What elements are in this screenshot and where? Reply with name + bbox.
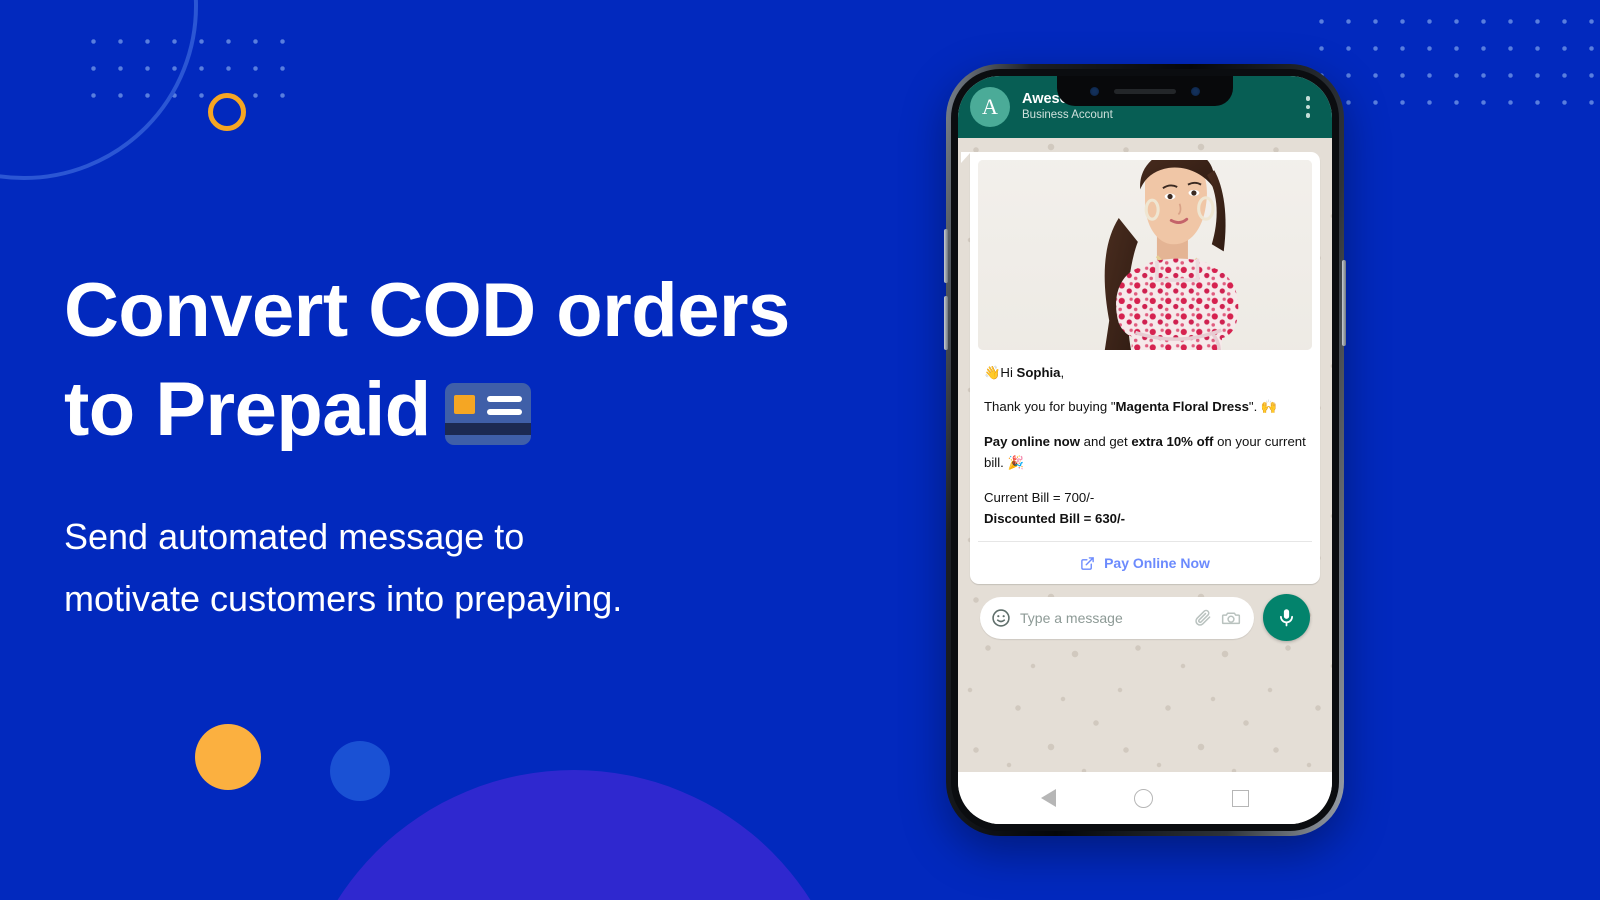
paperclip-icon[interactable] — [1193, 608, 1212, 627]
headline-line-2: to Prepaid — [64, 361, 884, 460]
message-bill: Current Bill = 700/- Discounted Bill = 6… — [984, 487, 1306, 530]
message-input-placeholder[interactable]: Type a message — [1020, 610, 1184, 626]
camera-icon[interactable] — [1221, 608, 1241, 628]
circle-outline-decoration — [0, 0, 198, 180]
phone-notch — [1057, 76, 1233, 106]
current-bill: Current Bill = 700/- — [984, 489, 1095, 505]
volume-up-button[interactable] — [944, 229, 948, 283]
pay-online-now-label: Pay Online Now — [1104, 555, 1210, 572]
discounted-bill: Discounted Bill = 630/- — [984, 510, 1126, 526]
voice-message-button[interactable] — [1263, 594, 1310, 642]
orange-ring-decoration — [208, 93, 246, 131]
purple-circle-decoration — [294, 770, 854, 900]
smiley-icon[interactable] — [991, 608, 1011, 628]
subhead-line-2: motivate customers into prepaying. — [64, 577, 623, 619]
recents-square-icon[interactable] — [1231, 789, 1249, 807]
power-button[interactable] — [1342, 260, 1346, 346]
orange-circle-decoration — [195, 724, 261, 790]
message-bubble: 👋Hi Sophia, Thank you for buying "Magent… — [961, 152, 1320, 585]
external-link-icon — [1081, 556, 1094, 570]
earpiece-speaker — [1114, 88, 1176, 94]
wave-icon: 👋 — [984, 365, 1001, 380]
message-input-pill[interactable]: Type a message — [980, 596, 1254, 639]
raising-hands-icon: 🙌 — [1260, 399, 1278, 415]
message-greeting: 👋Hi Sophia, — [984, 365, 1065, 380]
product-name: Magenta Floral Dress — [1115, 399, 1249, 415]
home-circle-icon[interactable] — [1134, 788, 1154, 808]
customer-name: Sophia — [1016, 365, 1061, 380]
back-triangle-icon[interactable] — [1041, 789, 1057, 807]
product-image — [978, 160, 1312, 350]
message-text: 👋Hi Sophia, Thank you for buying "Magent… — [978, 350, 1312, 539]
headline-line-2-text: to Prepaid — [64, 366, 431, 452]
phone-screen: A Awesome Store Business Account — [958, 76, 1332, 824]
blue-circle-decoration — [330, 741, 390, 801]
avatar[interactable]: A — [970, 87, 1010, 127]
volume-down-button[interactable] — [944, 296, 948, 350]
message-input-bar: Type a message — [970, 584, 1320, 653]
chat-area: 👋Hi Sophia, Thank you for buying "Magent… — [958, 138, 1332, 772]
headline-line-1: Convert COD orders — [64, 268, 790, 353]
promo-banner: Convert COD orders to Prepaid Send autom… — [0, 0, 1600, 900]
party-popper-icon: 🎉 — [1007, 455, 1024, 471]
subhead-line-1: Send automated message to — [64, 515, 525, 557]
page-title: Convert COD orders to Prepaid — [64, 262, 884, 460]
android-nav-bar — [958, 772, 1332, 824]
page-subtitle: Send automated message to motivate custo… — [64, 506, 884, 630]
pay-online-now-button[interactable]: Pay Online Now — [978, 542, 1312, 584]
message-offer: Pay online now and get extra 10% off on … — [984, 433, 1306, 471]
front-camera-icon — [1090, 86, 1099, 96]
credit-card-icon — [444, 382, 531, 445]
kebab-menu-icon[interactable] — [1298, 96, 1318, 118]
dot-grid-top-right — [1308, 8, 1600, 126]
message-thanks: Thank you for buying "Magenta Floral Dre… — [984, 399, 1278, 415]
dot-grid-top-left — [80, 28, 285, 118]
phone-mockup: A Awesome Store Business Account — [944, 64, 1346, 836]
hero-copy: Convert COD orders to Prepaid Send autom… — [64, 262, 884, 629]
front-camera-2-icon — [1191, 86, 1200, 96]
microphone-icon — [1280, 609, 1293, 627]
account-type: Business Account — [1022, 109, 1113, 122]
